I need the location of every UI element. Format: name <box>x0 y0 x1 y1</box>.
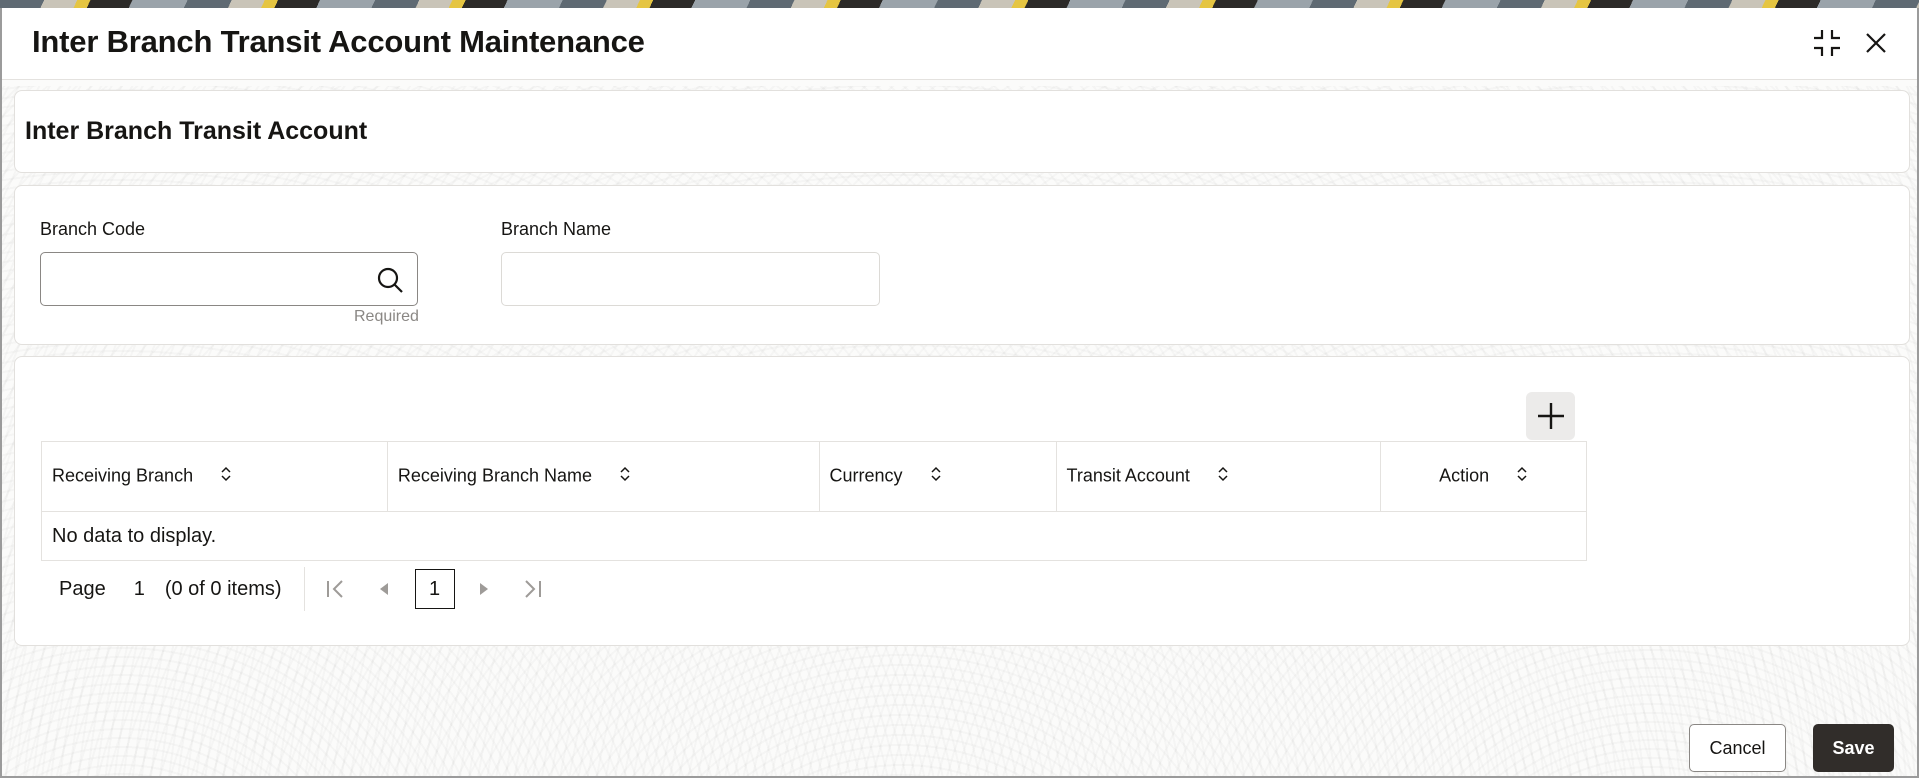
dialog-title: Inter Branch Transit Account Maintenance <box>32 24 645 59</box>
dialog-header: Inter Branch Transit Account Maintenance <box>2 8 1917 80</box>
branch-code-field[interactable] <box>40 252 418 306</box>
branch-name-field[interactable] <box>501 252 880 306</box>
plus-icon <box>1537 403 1564 429</box>
section-title: Inter Branch Transit Account <box>25 117 368 145</box>
pagination-bar: Page 1 (0 of 0 items) 1 <box>41 564 601 614</box>
column-header-label: Currency <box>829 465 903 486</box>
cancel-button[interactable]: Cancel <box>1689 724 1786 772</box>
section-title-card: Inter Branch Transit Account <box>14 90 1910 173</box>
sort-icon[interactable] <box>1217 465 1229 488</box>
sort-icon[interactable] <box>220 465 232 488</box>
sort-icon[interactable] <box>1516 465 1528 488</box>
close-icon[interactable] <box>1859 26 1893 60</box>
branch-form-card: Branch Code Required Branch Name <box>14 185 1910 345</box>
branch-code-input[interactable] <box>41 253 417 305</box>
last-page-icon[interactable] <box>517 574 547 604</box>
transit-account-grid-card: Receiving Branch Receiving Branch Name C… <box>14 356 1910 646</box>
column-header-label: Action <box>1439 465 1490 486</box>
sort-icon[interactable] <box>619 465 631 488</box>
pagination-divider <box>303 567 305 611</box>
current-page-button[interactable]: 1 <box>414 569 455 609</box>
branch-name-label: Branch Name <box>501 219 612 239</box>
items-info: (0 of 0 items) <box>164 577 282 600</box>
add-row-button[interactable] <box>1526 392 1575 440</box>
maintenance-dialog: Inter Branch Transit Account Maintenance… <box>0 8 1919 778</box>
transit-account-table: Receiving Branch Receiving Branch Name C… <box>41 441 1587 561</box>
next-page-icon[interactable] <box>469 574 499 604</box>
column-header-label: Transit Account <box>1066 465 1190 486</box>
branch-code-label: Branch Code <box>40 219 146 239</box>
page-number: 1 <box>133 577 145 600</box>
empty-message: No data to display. <box>41 511 1587 561</box>
column-header-label: Receiving Branch Name <box>397 465 592 486</box>
column-header-receiving-branch[interactable]: Receiving Branch <box>41 441 388 512</box>
branch-name-input[interactable] <box>502 253 879 305</box>
column-header-receiving-branch-name[interactable]: Receiving Branch Name <box>386 441 820 512</box>
save-button[interactable]: Save <box>1813 724 1894 772</box>
column-header-transit-account[interactable]: Transit Account <box>1055 441 1382 512</box>
column-header-currency[interactable]: Currency <box>818 441 1057 512</box>
collapse-icon[interactable] <box>1810 26 1844 60</box>
branch-code-required-hint: Required <box>354 308 419 325</box>
first-page-icon[interactable] <box>321 574 351 604</box>
search-icon[interactable] <box>375 265 405 295</box>
table-header-row: Receiving Branch Receiving Branch Name C… <box>41 441 1587 512</box>
column-header-action[interactable]: Action <box>1380 441 1587 512</box>
previous-page-icon[interactable] <box>369 574 399 604</box>
column-header-label: Receiving Branch <box>52 465 194 486</box>
sort-icon[interactable] <box>930 465 942 488</box>
empty-row: No data to display. <box>41 511 1587 561</box>
page-label: Page <box>59 577 106 600</box>
